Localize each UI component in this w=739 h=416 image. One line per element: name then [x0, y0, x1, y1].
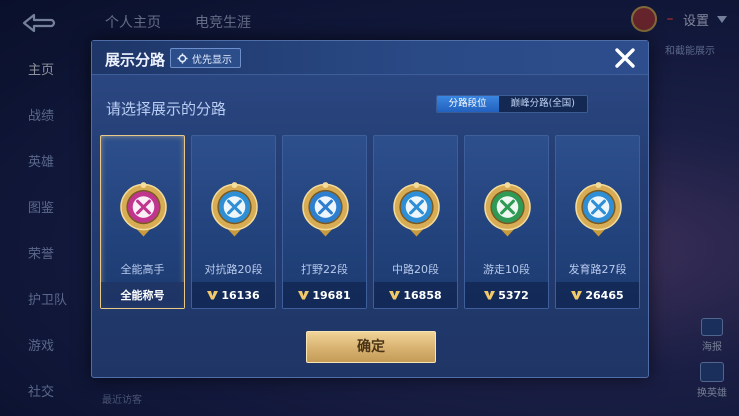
combat-power-icon	[298, 291, 310, 300]
allround-emblem-icon	[120, 182, 167, 237]
close-icon[interactable]	[612, 45, 638, 71]
combat-power-icon	[571, 291, 583, 300]
lane-card-value: 16858	[403, 288, 442, 302]
lane-card-footer: 5372	[465, 282, 548, 308]
segment-lane-rank[interactable]: 分路段位	[436, 96, 499, 112]
lane-card-value: 5372	[498, 288, 529, 302]
gear-icon	[177, 52, 188, 64]
lane-card[interactable]: 中路20段 16858	[373, 135, 458, 309]
farm-lane-emblem-icon	[575, 182, 622, 237]
combat-power-icon	[389, 291, 401, 300]
combat-power-icon	[207, 291, 219, 300]
lane-card-name: 打野22段	[301, 263, 348, 276]
lane-card-name: 游走10段	[483, 263, 530, 276]
lane-card-name: 中路20段	[392, 263, 439, 276]
lane-card-footer: 全能称号	[101, 282, 184, 308]
clash-lane-emblem-icon	[211, 182, 258, 237]
lane-card-value: 26465	[585, 288, 624, 302]
lane-card-value: 16136	[221, 288, 260, 302]
priority-display-label: 优先显示	[192, 54, 232, 66]
lane-card[interactable]: 发育路27段 26465	[555, 135, 640, 309]
lane-display-dialog: 展示分路 优先显示 请选择展示的分路 分路段位 巅峰分路(全国) 全能高手全能称…	[91, 40, 649, 378]
dialog-header: 展示分路 优先显示	[92, 41, 648, 75]
dialog-title: 展示分路	[105, 51, 166, 69]
lane-card-footer: 16136	[192, 282, 275, 308]
jungle-emblem-icon	[302, 182, 349, 237]
lane-card-name: 对抗路20段	[204, 263, 263, 276]
lane-card-footer: 16858	[374, 282, 457, 308]
lane-card[interactable]: 打野22段 19681	[282, 135, 367, 309]
lane-card[interactable]: 全能高手 全能称号	[100, 135, 185, 309]
ranking-segment-control: 分路段位 巅峰分路(全国)	[435, 95, 588, 113]
lane-card-value: 19681	[312, 288, 351, 302]
lane-card-name: 全能高手	[120, 263, 165, 276]
dialog-subtitle: 请选择展示的分路	[106, 100, 227, 118]
roam-emblem-icon	[484, 182, 531, 237]
lane-card[interactable]: 对抗路20段 16136	[191, 135, 276, 309]
lane-card-name: 发育路27段	[568, 263, 627, 276]
lane-card-list: 全能高手 全能称号 对抗路20段 16136 打野22段 19681 中路20段 16858 游…	[100, 135, 640, 309]
lane-card-value: 全能称号	[120, 289, 165, 302]
priority-display-button[interactable]: 优先显示	[170, 48, 241, 68]
combat-power-icon	[484, 291, 496, 300]
lane-card-footer: 19681	[283, 282, 366, 308]
confirm-button[interactable]: 确定	[306, 331, 436, 363]
lane-card-footer: 26465	[556, 282, 639, 308]
lane-card[interactable]: 游走10段 5372	[464, 135, 549, 309]
mid-lane-emblem-icon	[393, 182, 440, 237]
segment-peak-lane[interactable]: 巅峰分路(全国)	[499, 96, 587, 112]
